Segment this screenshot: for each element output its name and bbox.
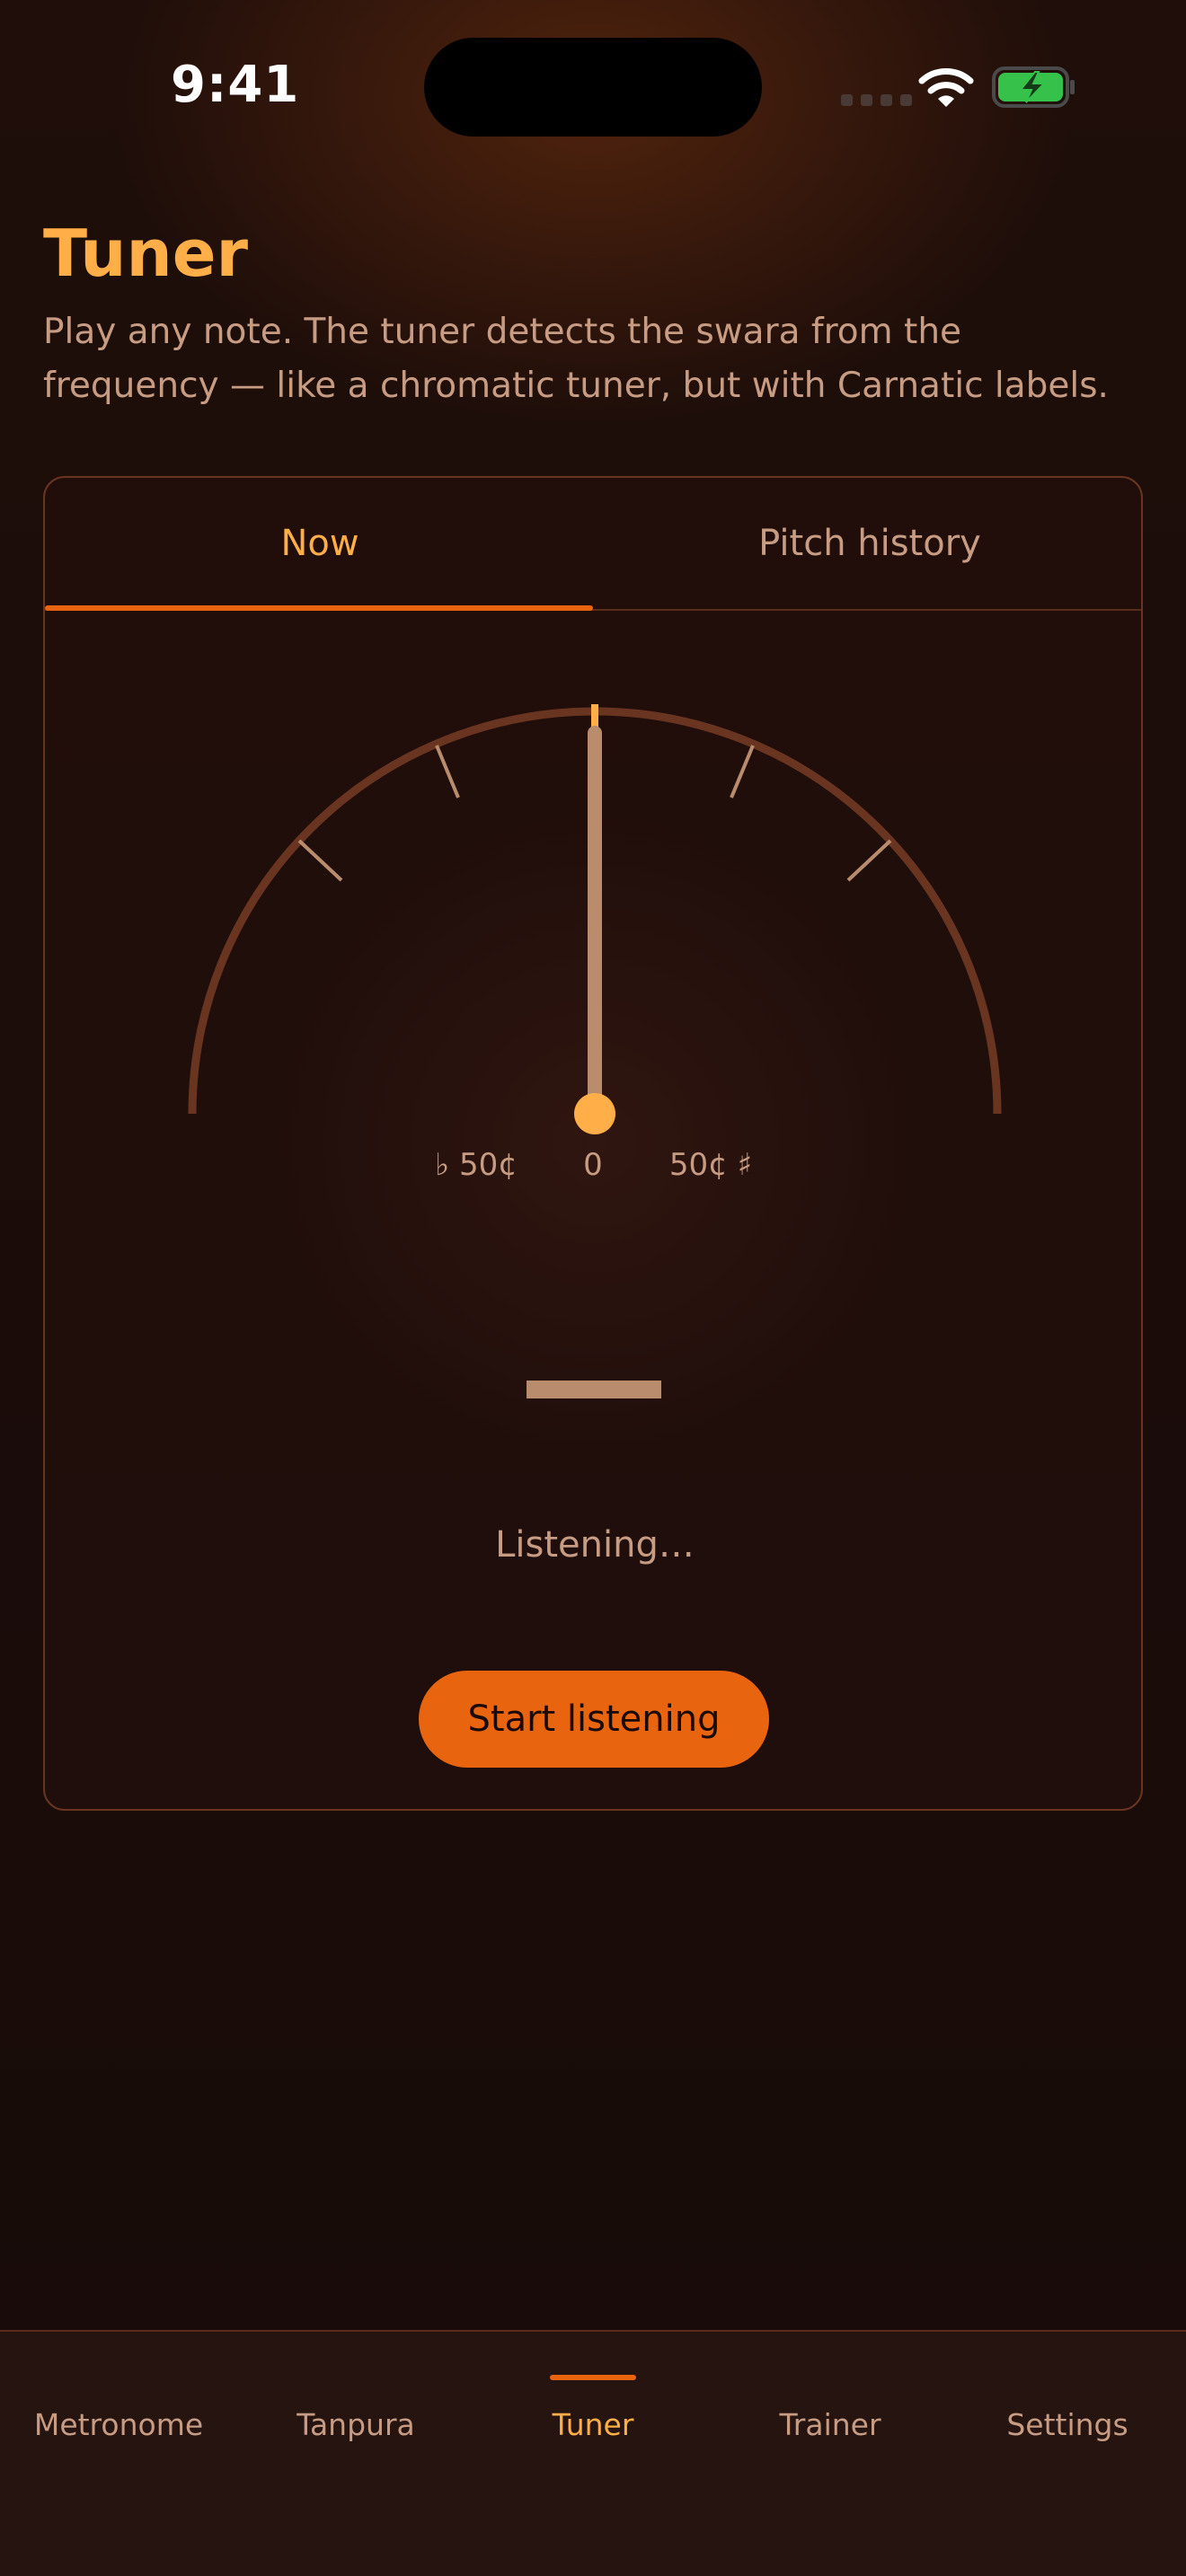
- nav-settings[interactable]: Settings: [949, 2407, 1186, 2442]
- tab-bar: Now Pitch history: [45, 478, 1141, 611]
- dynamic-island: [424, 38, 762, 137]
- battery-charging-icon: [992, 66, 1075, 108]
- wifi-icon: [918, 68, 974, 107]
- gauge-tick-plus-40: [846, 839, 892, 882]
- tab-pitch-history[interactable]: Pitch history: [595, 478, 1141, 609]
- gauge-center-label: 0: [583, 1147, 603, 1183]
- listening-status: Listening…: [495, 1524, 695, 1566]
- gauge-tick-minus-40: [297, 839, 343, 882]
- gauge-sharp-label: 50¢ ♯: [669, 1147, 752, 1183]
- bottom-tab-bar: Metronome Tanpura Tuner Trainer Settings: [0, 2330, 1186, 2576]
- gauge-flat-label: ♭ 50¢: [435, 1147, 518, 1183]
- nav-trainer[interactable]: Trainer: [712, 2407, 949, 2442]
- nav-metronome[interactable]: Metronome: [0, 2407, 237, 2442]
- nav-tanpura[interactable]: Tanpura: [237, 2407, 474, 2442]
- nav-active-indicator: [550, 2375, 636, 2380]
- tab-now[interactable]: Now: [45, 478, 595, 611]
- page-title: Tuner: [43, 216, 249, 291]
- swara-placeholder-dash: [527, 1381, 661, 1398]
- tuning-gauge: ♭ 50¢ 0 50¢ ♯: [188, 704, 1002, 1183]
- start-listening-button[interactable]: Start listening: [419, 1671, 769, 1768]
- page-subtitle: Play any note. The tuner detects the swa…: [43, 312, 1109, 406]
- gauge-tick-plus-20: [730, 745, 755, 798]
- cellular-signal-icon: [841, 94, 912, 106]
- tuner-card: Now Pitch history ♭ 50¢ 0 50¢ ♯ Listenin…: [43, 476, 1143, 1811]
- gauge-tick-minus-20: [435, 745, 460, 798]
- status-time: 9:41: [171, 56, 300, 114]
- gauge-pivot: [574, 1093, 615, 1134]
- nav-tuner[interactable]: Tuner: [474, 2407, 712, 2442]
